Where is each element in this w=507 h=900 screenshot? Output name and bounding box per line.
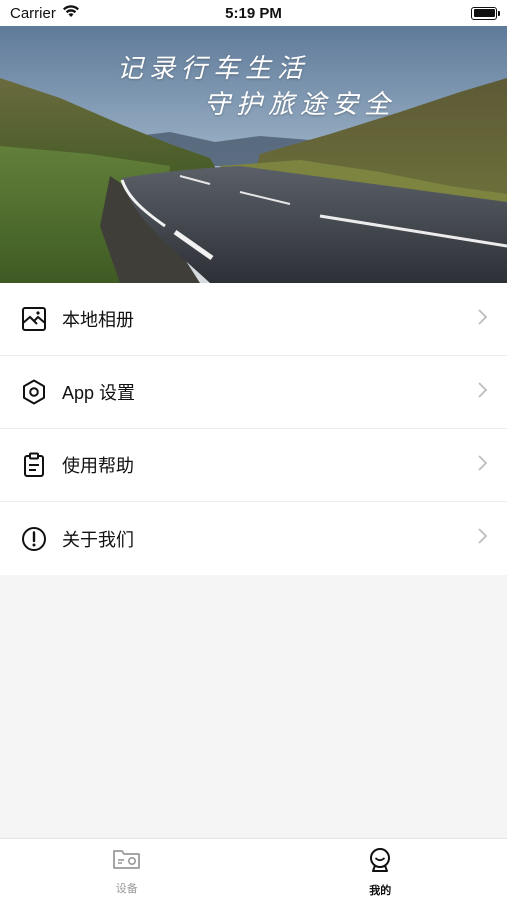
clipboard-icon bbox=[20, 451, 48, 479]
chevron-right-icon bbox=[475, 527, 489, 550]
info-alert-icon bbox=[20, 525, 48, 553]
menu-item-label: 使用帮助 bbox=[62, 456, 134, 476]
tab-mine[interactable]: 我的 bbox=[254, 839, 507, 900]
settings-hexagon-icon bbox=[20, 378, 48, 406]
menu-item-about-us[interactable]: 关于我们 bbox=[0, 502, 507, 575]
battery-icon bbox=[471, 6, 500, 20]
carrier-label: Carrier bbox=[10, 4, 56, 22]
status-left: Carrier bbox=[10, 4, 80, 22]
wifi-icon bbox=[62, 4, 80, 22]
chevron-right-icon bbox=[475, 454, 489, 477]
hero-banner: 记录行车生活 守护旅途安全 bbox=[0, 26, 507, 283]
settings-menu: 本地相册 App 设置 使用帮助 关于我们 bbox=[0, 283, 507, 575]
tab-label: 我的 bbox=[369, 885, 392, 897]
menu-item-label: App 设置 bbox=[62, 383, 136, 403]
menu-item-label: 本地相册 bbox=[62, 310, 134, 330]
device-folder-icon bbox=[112, 847, 142, 876]
chevron-right-icon bbox=[475, 381, 489, 404]
photo-album-icon bbox=[20, 305, 48, 333]
menu-item-local-album[interactable]: 本地相册 bbox=[0, 283, 507, 356]
menu-item-label: 关于我们 bbox=[62, 529, 134, 550]
menu-item-app-settings[interactable]: App 设置 bbox=[0, 356, 507, 429]
menu-item-help[interactable]: 使用帮助 bbox=[0, 429, 507, 502]
tab-device[interactable]: 设备 bbox=[0, 839, 254, 900]
tab-label: 设备 bbox=[115, 883, 138, 895]
hero-slogan-line2: 守护旅途安全 bbox=[204, 90, 397, 120]
profile-icon bbox=[367, 847, 393, 878]
status-bar: Carrier 5:19 PM bbox=[0, 0, 507, 26]
hero-slogan-line1: 记录行车生活 bbox=[117, 54, 310, 84]
tab-bar: 设备 我的 bbox=[0, 838, 507, 900]
chevron-right-icon bbox=[475, 308, 489, 331]
